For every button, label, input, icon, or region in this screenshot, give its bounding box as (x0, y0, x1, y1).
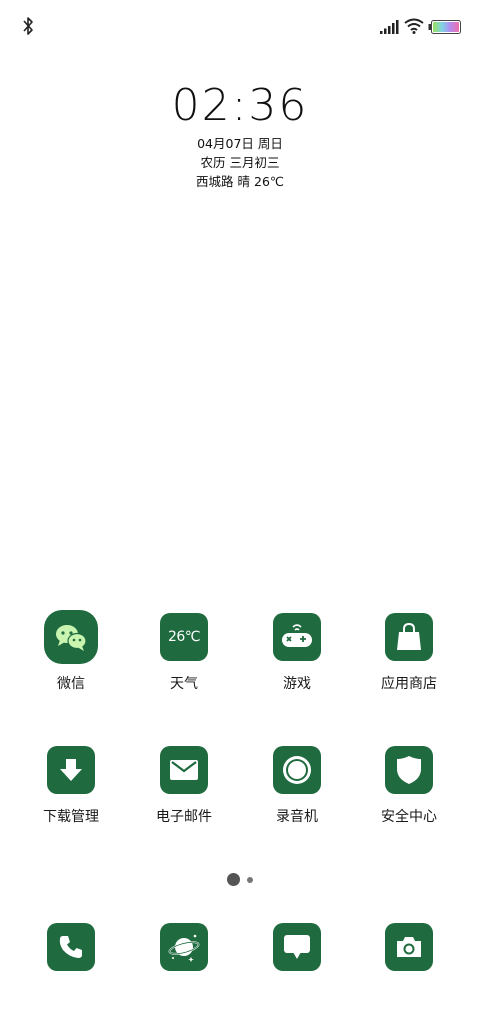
app-label-wechat: 微信 (57, 676, 85, 692)
wechat-icon (44, 610, 98, 664)
camera-icon (385, 923, 433, 971)
dock-phone[interactable] (21, 923, 121, 971)
status-bar (0, 12, 480, 40)
app-label-game: 游戏 (283, 676, 311, 692)
page-dot-active[interactable] (227, 873, 240, 886)
app-email[interactable]: 电子邮件 (134, 746, 234, 826)
gamepad-icon (273, 613, 321, 661)
app-security-center[interactable]: 安全中心 (359, 746, 459, 826)
shield-icon (385, 746, 433, 794)
app-store[interactable]: 应用商店 (359, 613, 459, 693)
recorder-icon (273, 746, 321, 794)
browser-planet-icon (160, 923, 208, 971)
weather-tile-temp: 26℃ (167, 629, 201, 645)
app-wechat[interactable]: 微信 (21, 610, 121, 693)
app-recorder[interactable]: 录音机 (247, 746, 347, 826)
dock-browser[interactable] (134, 923, 234, 971)
app-label-weather: 天气 (170, 676, 198, 692)
mail-icon (160, 746, 208, 794)
clock-widget[interactable]: 02:36 04月07日 周日 农历 三月初三 西城路 晴 26℃ (0, 80, 480, 191)
clock-lunar-date: 农历 三月初三 (200, 155, 280, 170)
shopping-bag-icon (385, 613, 433, 661)
signal-icon (380, 20, 399, 34)
app-weather[interactable]: 26℃ 天气 (134, 613, 234, 693)
app-label-security-center: 安全中心 (381, 809, 437, 825)
bluetooth-icon (23, 17, 33, 35)
app-game[interactable]: 游戏 (247, 613, 347, 693)
weather-icon: 26℃ (160, 613, 208, 661)
dock-camera[interactable] (359, 923, 459, 971)
dock-messages[interactable] (247, 923, 347, 971)
app-label-email: 电子邮件 (156, 809, 212, 825)
phone-icon (47, 923, 95, 971)
clock-time: 02:36 (171, 80, 309, 131)
message-icon (273, 923, 321, 971)
download-icon (47, 746, 95, 794)
app-label-download-manager: 下载管理 (43, 809, 99, 825)
battery-icon (428, 20, 461, 34)
app-label-store: 应用商店 (381, 676, 437, 692)
page-indicator[interactable] (0, 869, 480, 886)
app-download-manager[interactable]: 下载管理 (21, 746, 121, 826)
clock-date: 04月07日 周日 (197, 136, 283, 151)
app-label-recorder: 录音机 (276, 809, 318, 825)
wifi-icon (404, 18, 424, 34)
page-dot-inactive[interactable] (247, 876, 253, 883)
clock-weather: 西城路 晴 26℃ (196, 174, 284, 189)
